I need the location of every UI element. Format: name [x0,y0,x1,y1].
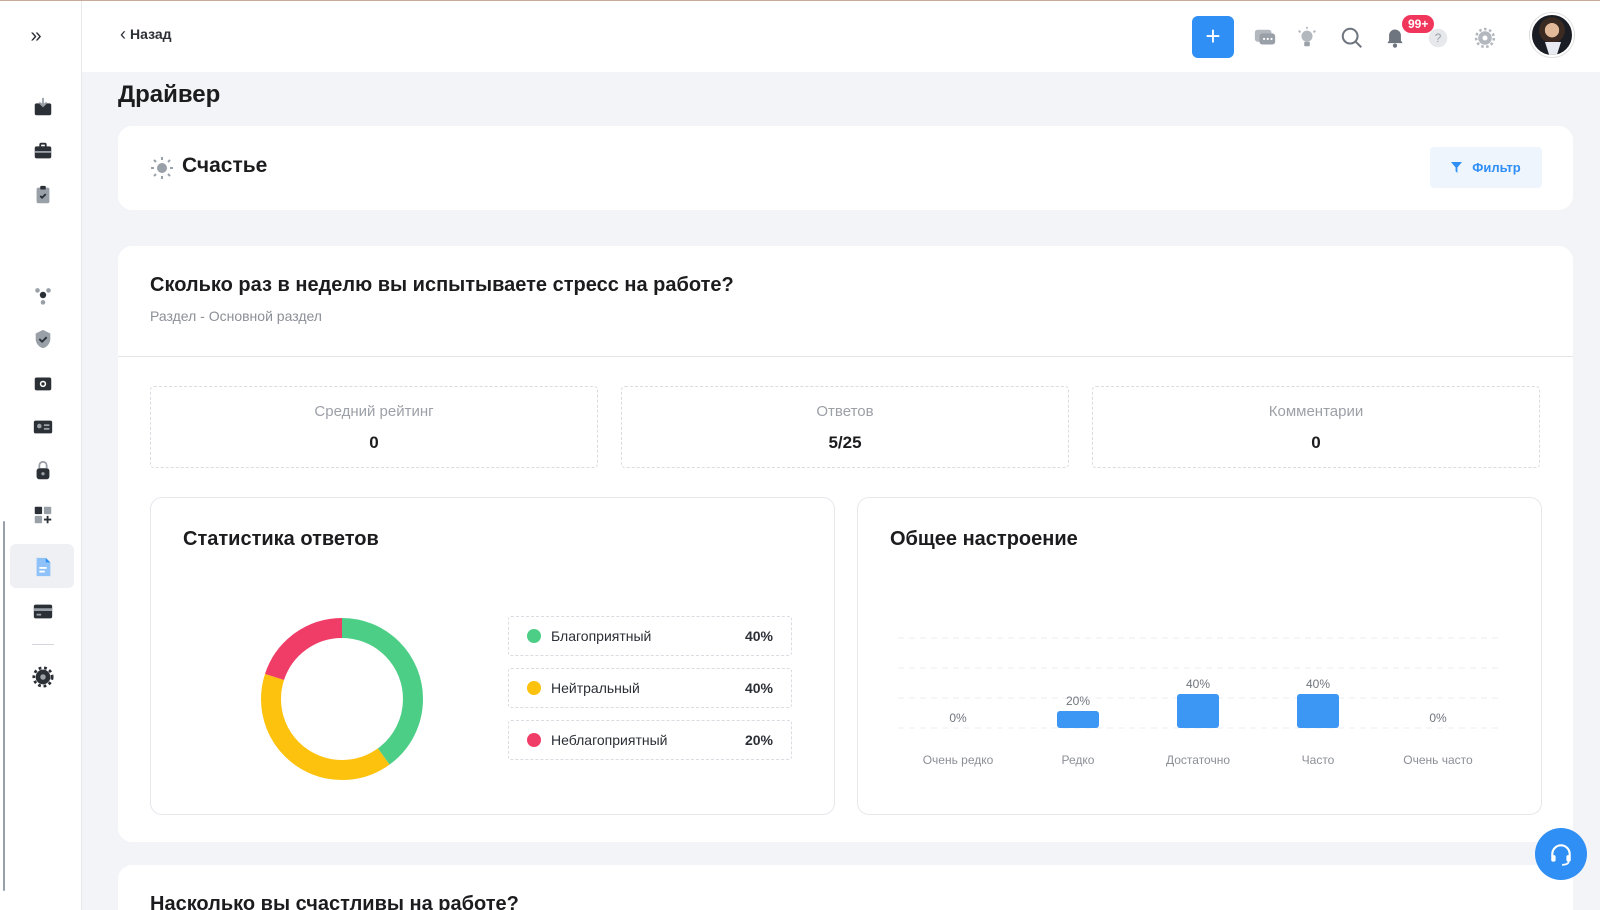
chevron-left-icon: ‹ [120,24,126,44]
add-widget-icon[interactable] [31,503,55,527]
next-question-title: Насколько вы счастливы на работе? [150,893,519,910]
x-tick-label: Достаточно [1166,753,1230,767]
id-card-icon[interactable] [31,415,55,439]
stat-label: Средний рейтинг [314,403,434,420]
legend-dot [527,629,541,643]
user-avatar[interactable] [1530,13,1574,57]
question-card: Сколько раз в неделю вы испытываете стре… [118,246,1573,842]
legend-unfavorable: Неблагоприятный 20% [508,720,792,760]
mood-title: Общее настроение [890,528,1078,550]
mood-bar-chart: 0% Очень редко 20% Редко 40% Достаточно 40% Час… [898,637,1498,767]
x-tick-label: Очень редко [923,753,994,767]
legend-dot [527,733,541,747]
back-link[interactable]: ‹ Назад [120,24,172,44]
stat-value: 5/25 [828,433,862,452]
headset-icon [1551,844,1571,866]
filter-label: Фильтр [1472,160,1521,175]
support-chat-button[interactable] [1535,828,1587,880]
sidebar: » [0,1,82,910]
filter-button[interactable]: Фильтр [1430,147,1542,188]
legend-name: Нейтральный [551,680,640,696]
x-tick-label: Редко [1062,753,1095,767]
search-icon[interactable] [1339,25,1365,51]
bar [1297,694,1339,728]
answer-stats-title: Статистика ответов [183,528,379,550]
answers-donut-chart [261,618,423,780]
settings-gear-icon[interactable] [31,665,55,689]
svg-text:?: ? [1435,31,1442,45]
driver-header-card: Счастье Фильтр [118,126,1573,210]
bar [1177,694,1219,728]
bar-value-label: 0% [1429,711,1447,725]
answer-stats-panel: Статистика ответов Благоприятный 40% Ней… [150,497,835,815]
driver-title: Счастье [182,154,268,177]
legend-favorable: Благоприятный 40% [508,616,792,656]
idea-bulb-icon[interactable] [1294,25,1320,51]
inbox-icon[interactable] [31,95,55,119]
bar-value-label: 20% [1066,694,1090,708]
help-icon[interactable]: ? [1425,25,1451,51]
back-label: Назад [130,26,172,42]
bar-value-label: 40% [1186,677,1210,691]
legend-dot [527,681,541,695]
legend-percent: 40% [744,628,773,644]
top-header: ‹ Назад + 99+ ? [82,1,1600,72]
mood-panel: Общее настроение 0% Очень редко 20% Редко 40… [857,497,1542,815]
add-button[interactable]: + [1192,16,1234,58]
sun-icon [151,157,173,179]
bar-value-label: 0% [949,711,967,725]
settings-icon[interactable] [1472,25,1498,51]
expand-sidebar-icon[interactable]: » [26,25,46,47]
stat-value: 0 [1311,433,1321,452]
page-title: Драйвер [118,81,221,108]
next-question-card: Насколько вы счастливы на работе? [118,865,1573,910]
chat-icon[interactable] [1252,25,1278,51]
shield-check-icon[interactable] [31,327,55,351]
legend-neutral: Нейтральный 40% [508,668,792,708]
survey-document-icon[interactable] [31,555,55,579]
bar-value-label: 40% [1306,677,1330,691]
briefcase-search-icon[interactable] [31,371,55,395]
briefcase-icon[interactable] [31,139,55,163]
stat-label: Комментарии [1268,403,1364,420]
legend-percent: 20% [744,732,773,748]
stat-comments: Комментарии 0 [1092,386,1540,468]
x-tick-label: Часто [1302,753,1335,767]
clipboard-check-icon[interactable] [31,183,55,207]
payment-card-icon[interactable] [31,599,55,623]
stat-label: Ответов [816,403,874,420]
filter-icon [1451,162,1463,173]
team-icon[interactable] [31,283,55,307]
x-tick-label: Очень часто [1403,753,1473,767]
stat-value: 0 [369,433,379,452]
question-section: Раздел - Основной раздел [150,308,322,324]
legend-percent: 40% [744,680,773,696]
stat-average-rating: Средний рейтинг 0 [150,386,598,468]
bar [1057,711,1099,728]
question-title: Сколько раз в неделю вы испытываете стре… [150,274,734,296]
legend-name: Благоприятный [551,628,652,644]
stat-answers: Ответов 5/25 [621,386,1069,468]
sidebar-divider [32,644,54,645]
sidebar-scrollbar[interactable] [3,521,5,891]
lock-icon[interactable] [31,459,55,483]
question-divider [118,356,1573,357]
legend-name: Неблагоприятный [551,732,668,748]
